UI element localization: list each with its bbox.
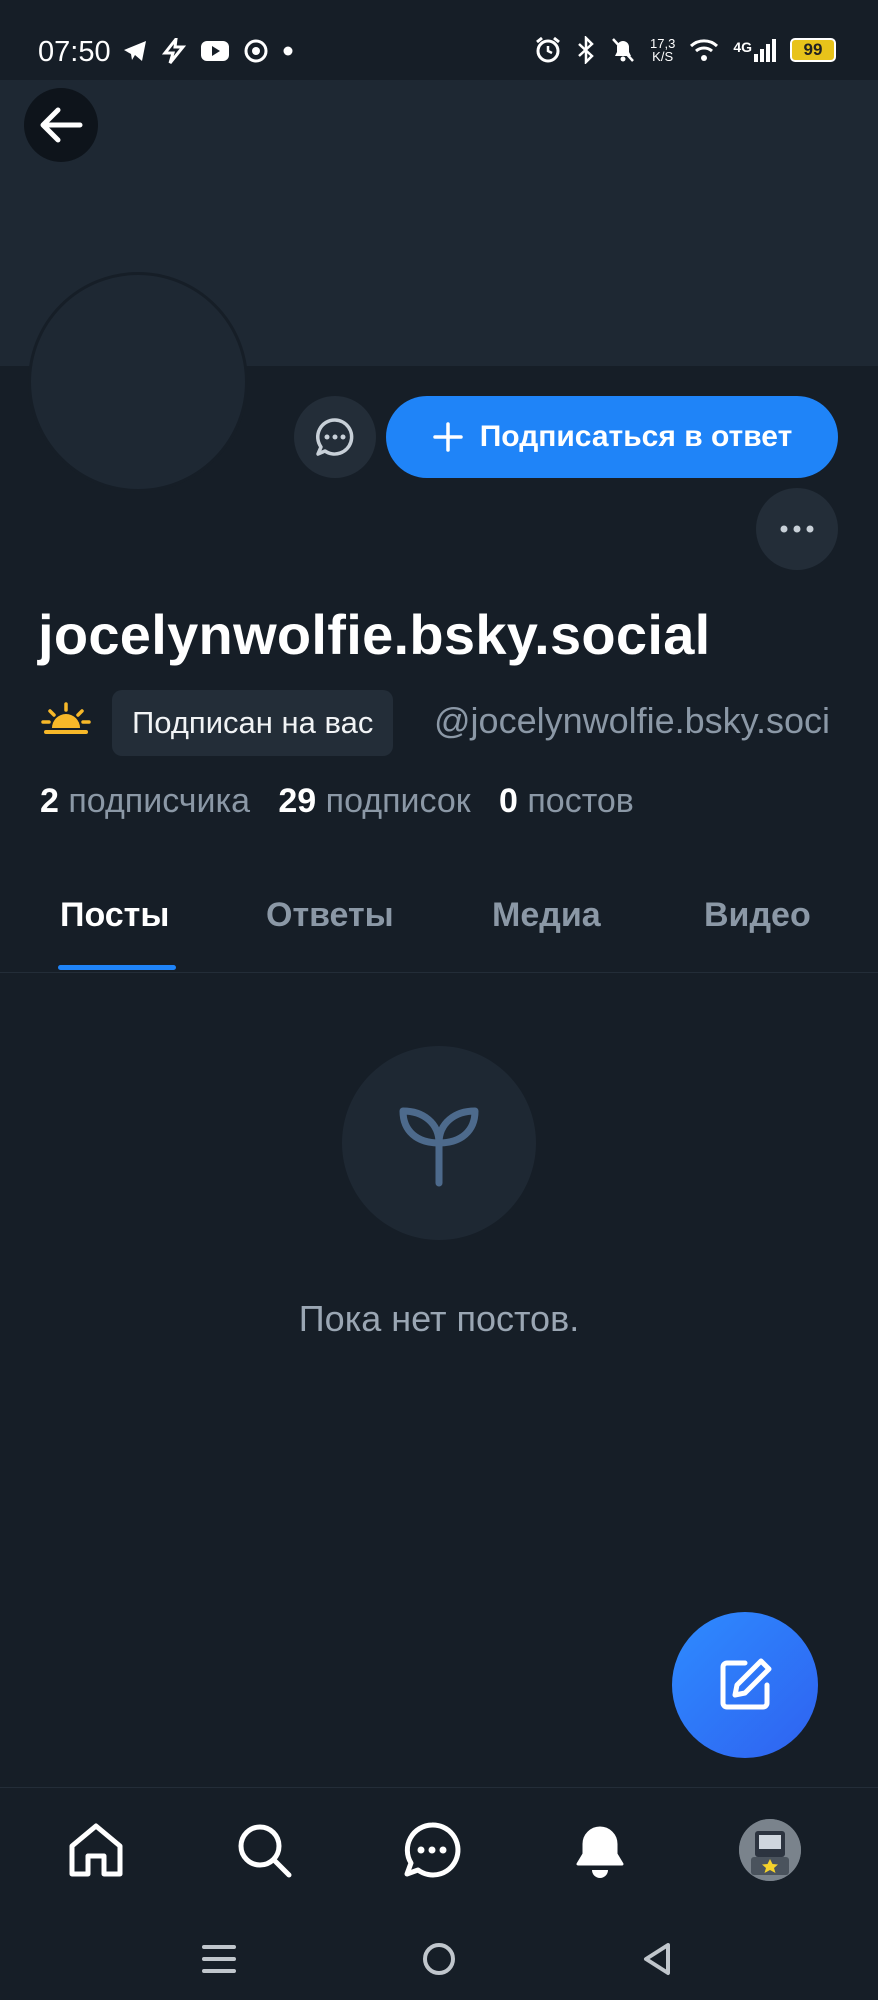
network-speed: 17,3 K/S [650,37,675,63]
bottom-navigation [0,1787,878,1918]
follows-you-label: Подписан на вас [132,705,374,740]
profile-avatar-thumb [739,1819,801,1881]
alarm-icon [536,36,560,63]
follows-you-badge: Подписан на вас [112,690,394,756]
bolt-app-icon [162,38,186,64]
active-tab-indicator [58,965,176,970]
telegram-icon [124,41,146,61]
nav-profile[interactable] [738,1818,802,1882]
follow-back-button[interactable]: Подписаться в ответ [386,396,838,478]
back-system-icon[interactable] [640,1941,674,1977]
speed-unit: K/S [652,49,674,64]
following-stat[interactable]: 29 подписок [278,782,470,820]
mute-bell-icon [612,38,634,62]
profile-avatar[interactable] [28,272,248,492]
compose-icon [720,1658,772,1710]
status-time: 07:50 [38,36,111,68]
wifi-icon [690,39,719,61]
recent-apps-icon[interactable] [202,1943,236,1975]
posts-count: 0 [499,782,518,820]
sunrise-emoji-icon [41,702,91,734]
profile-display-name: jocelynwolfie.bsky.social [38,603,711,666]
more-options-button[interactable] [756,488,838,570]
back-button[interactable] [24,88,98,162]
posts-label: постов [527,782,634,820]
tab-video[interactable]: Видео [704,896,811,935]
nav-search[interactable] [232,1818,296,1882]
status-right-icons: 17,3 K/S 4G 99 [534,36,836,64]
followers-stat[interactable]: 2 подписчика [40,782,250,820]
followers-count: 2 [40,782,59,820]
battery-level: 99 [803,40,823,59]
tab-replies[interactable]: Ответы [266,896,394,935]
signal-icon: 4G [733,38,776,62]
nav-home[interactable] [64,1818,128,1882]
posts-stat: 0 постов [499,782,634,820]
status-left-icons [122,38,294,64]
following-count: 29 [278,782,317,820]
profile-handle: @jocelynwolfie.bsky.soci [434,700,831,741]
notifications-icon [576,1826,624,1878]
user-avatar-image [739,1819,801,1881]
more-dots-icon [780,525,814,533]
chat-icon [404,1822,461,1878]
follow-back-label: Подписаться в ответ [479,420,793,453]
tab-posts[interactable]: Посты [60,896,169,935]
followers-label: подписчика [68,782,251,820]
network-type: 4G [733,38,752,55]
system-navigation-bar [0,1917,878,2000]
nav-notifications[interactable] [568,1818,632,1882]
search-icon [238,1824,292,1878]
tab-media[interactable]: Медиа [492,896,601,935]
chat-bubble-icon [316,418,354,456]
empty-state-icon-container [342,1046,536,1240]
chrome-icon [244,39,268,63]
bluetooth-icon [578,36,594,64]
profile-tabs: Посты Ответы Медиа Видео [0,860,878,973]
home-icon [69,1823,123,1877]
plus-icon [432,422,463,452]
home-system-icon[interactable] [421,1941,457,1977]
nav-chat[interactable] [400,1818,464,1882]
following-label: подписок [325,782,471,820]
arrow-left-icon [40,107,83,143]
compose-post-button[interactable] [672,1612,818,1758]
dot-icon [283,46,293,56]
youtube-icon [201,41,229,61]
profile-stats: 2 подписчика 29 подписок 0 постов [40,782,634,821]
empty-state-text: Пока нет постов. [298,1298,580,1339]
sprout-icon [399,1107,479,1187]
message-button[interactable] [294,396,376,478]
battery-indicator: 99 [790,38,836,62]
